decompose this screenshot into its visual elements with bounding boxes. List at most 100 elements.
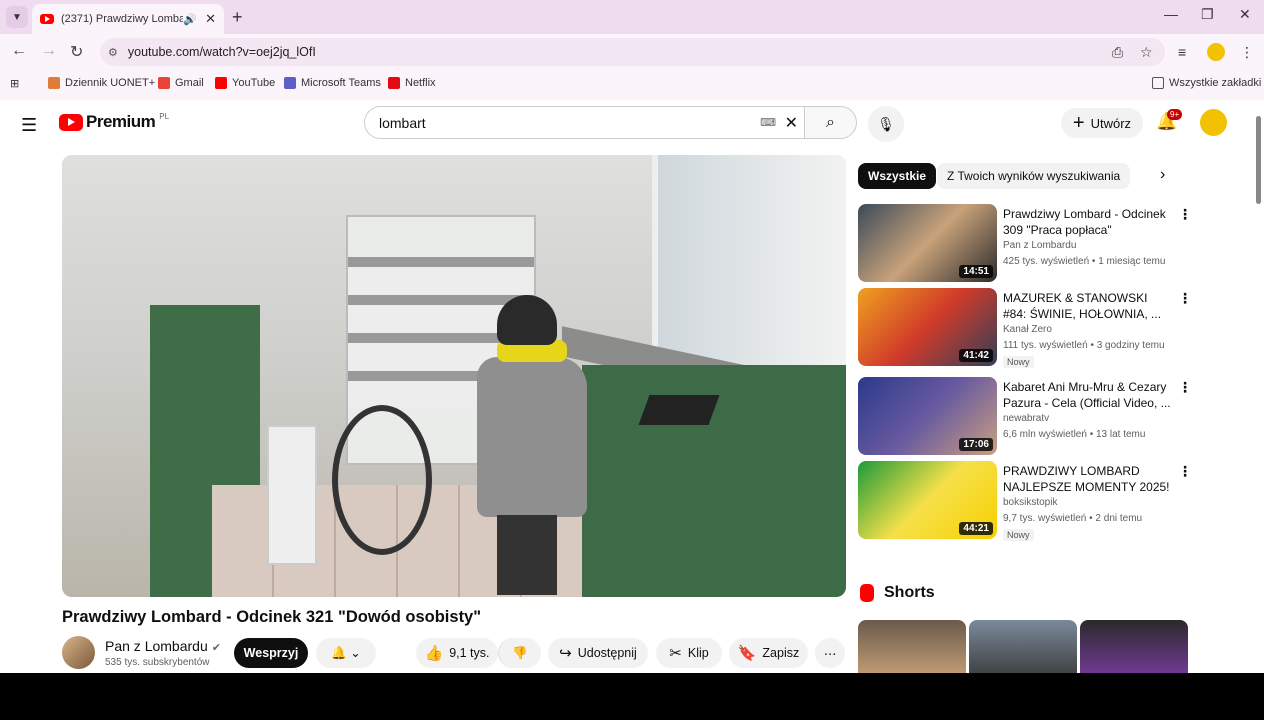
profile-avatar[interactable] (1207, 43, 1225, 61)
scene-router (638, 395, 720, 425)
rec-channel[interactable]: boksikstopik (1003, 497, 1057, 508)
notification-badge: 9+ (1167, 109, 1183, 120)
more-vert-icon[interactable]: ⋮ (1178, 206, 1192, 223)
menu-icon[interactable]: ☰ (21, 115, 37, 136)
shorts-header: Shorts (860, 584, 935, 602)
clear-search-icon[interactable]: ✕ (785, 113, 798, 133)
search-value: lombart (379, 114, 426, 131)
recommendation-item[interactable]: 41:42 MAZUREK & STANOWSKI #84: ŚWINIE, H… (858, 288, 1192, 368)
restore-icon[interactable]: ❐ (1201, 6, 1214, 23)
support-button[interactable]: Wesprzyj (234, 638, 308, 668)
netflix-icon (388, 77, 400, 89)
rec-title[interactable]: Prawdziwy Lombard - Odcinek 309 "Praca p… (1003, 206, 1173, 238)
scene-heater (267, 425, 317, 565)
keyboard-icon[interactable]: ⌨ (760, 116, 776, 129)
voice-search-button[interactable]: 🎙 (868, 106, 904, 142)
duration-badge: 41:42 (959, 349, 993, 362)
reload-icon[interactable]: ↻ (70, 42, 83, 62)
bookmark-icon: 🔖 (737, 645, 757, 662)
video-thumbnail[interactable]: 41:42 (858, 288, 997, 366)
browser-menu-icon[interactable]: ⋮ (1240, 44, 1254, 61)
all-bookmarks[interactable]: Wszystkie zakładki (1152, 77, 1261, 89)
new-tab-button[interactable]: + (232, 7, 243, 28)
forward-icon[interactable]: → (41, 42, 57, 60)
share-icon: ↪ (559, 645, 572, 662)
clip-button[interactable]: ✂ Klip (656, 638, 722, 668)
site-info-icon[interactable]: ⚙ (108, 46, 118, 59)
rec-meta: 111 tys. wyświetleń • 3 godziny temu (1003, 340, 1165, 351)
new-badge: Nowy (1003, 529, 1034, 541)
back-icon[interactable]: ← (11, 42, 27, 60)
channel-avatar[interactable] (62, 636, 95, 669)
bookmark-netflix[interactable]: Netflix (388, 77, 436, 89)
bookmark-teams[interactable]: Microsoft Teams (284, 77, 381, 89)
like-button[interactable]: 👍 9,1 tys. (416, 638, 498, 668)
save-button[interactable]: 🔖 Zapisz (729, 638, 808, 668)
bookmark-uonet[interactable]: Dziennik UONET+ (48, 77, 155, 89)
uonet-icon (48, 77, 60, 89)
share-button[interactable]: ↪ Udostępnij (548, 638, 648, 668)
bookmarks-bar: ⊞ Dziennik UONET+ Gmail YouTube Microsof… (0, 70, 1264, 100)
youtube-page: ☰ Premium PL lombart ⌨ ✕ ⌕ 🎙 + Utwórz 🔔 9… (0, 100, 1264, 673)
short-thumbnail[interactable] (858, 620, 966, 673)
search-button[interactable]: ⌕ (805, 106, 857, 139)
video-thumbnail[interactable]: 17:06 (858, 377, 997, 455)
recommendation-item[interactable]: 17:06 Kabaret Ani Mru-Mru & Cezary Pazur… (858, 377, 1192, 457)
bookmark-youtube[interactable]: YouTube (215, 77, 275, 89)
chevron-right-icon[interactable]: › (1160, 166, 1165, 184)
browser-tab[interactable]: (2371) Prawdziwy Lombard 🔊 ✕ (32, 4, 224, 34)
more-horizontal-icon: ⋯ (823, 646, 837, 661)
short-thumbnail[interactable] (1080, 620, 1188, 673)
thumbs-up-icon: 👍 (424, 645, 444, 662)
media-controls-icon[interactable]: ≡ (1178, 44, 1186, 60)
apps-grid-icon[interactable]: ⊞ (10, 77, 19, 90)
more-vert-icon[interactable]: ⋮ (1178, 290, 1192, 307)
thumbs-down-icon: 👎 (512, 645, 528, 660)
rec-meta: 6,6 mln wyświetleń • 13 lat temu (1003, 429, 1146, 440)
more-vert-icon[interactable]: ⋮ (1178, 379, 1192, 396)
folder-icon (1152, 77, 1164, 89)
search-input[interactable]: lombart ⌨ ✕ (364, 106, 805, 139)
account-avatar[interactable] (1200, 109, 1227, 136)
bell-icon: 🔔 ⌄ (331, 646, 361, 660)
minimize-icon[interactable]: — (1164, 6, 1178, 22)
rec-channel[interactable]: Pan z Lombardu (1003, 240, 1076, 251)
video-player[interactable] (62, 155, 846, 597)
youtube-favicon-icon (40, 14, 54, 24)
speaker-icon[interactable]: 🔊 (183, 13, 197, 26)
bookmark-star-icon[interactable]: ☆ (1140, 44, 1153, 61)
subscriber-count: 535 tys. subskrybentów (105, 657, 210, 668)
subscription-bell-button[interactable]: 🔔 ⌄ (316, 638, 376, 668)
channel-name[interactable]: Pan z Lombardu ✔ (105, 638, 221, 654)
close-tab-icon[interactable]: ✕ (205, 11, 216, 27)
mic-icon: 🎙 (877, 115, 895, 132)
video-title: Prawdziwy Lombard - Odcinek 321 "Dowód o… (62, 608, 482, 626)
install-app-icon[interactable]: ⎙ (1112, 44, 1123, 61)
rec-title[interactable]: MAZUREK & STANOWSKI #84: ŚWINIE, HOŁOWNI… (1003, 290, 1173, 322)
tab-search-button[interactable]: ▼ (6, 6, 28, 28)
dislike-button[interactable]: 👎 (498, 638, 541, 668)
close-window-icon[interactable]: ✕ (1239, 6, 1251, 23)
rec-channel[interactable]: Kanał Zero (1003, 324, 1052, 335)
rec-title[interactable]: Kabaret Ani Mru-Mru & Cezary Pazura - Ce… (1003, 379, 1173, 411)
more-actions-button[interactable]: ⋯ (815, 638, 845, 668)
video-thumbnail[interactable]: 44:21 (858, 461, 997, 539)
region-code: PL (159, 111, 170, 121)
more-vert-icon[interactable]: ⋮ (1178, 463, 1192, 480)
bookmark-gmail[interactable]: Gmail (158, 77, 204, 89)
video-thumbnail[interactable]: 14:51 (858, 204, 997, 282)
browser-tabstrip: ▼ (2371) Prawdziwy Lombard 🔊 ✕ + — ❐ ✕ (0, 0, 1264, 34)
rec-channel[interactable]: newabratv (1003, 413, 1049, 424)
create-button[interactable]: + Utwórz (1061, 108, 1143, 138)
short-thumbnail[interactable] (969, 620, 1077, 673)
youtube-logo[interactable]: Premium PL (59, 112, 169, 132)
duration-badge: 44:21 (959, 522, 993, 535)
rec-title[interactable]: PRAWDZIWY LOMBARD NAJLEPSZE MOMENTY 2025… (1003, 463, 1173, 495)
page-scrollbar[interactable] (1253, 100, 1264, 673)
recommendation-item[interactable]: 14:51 Prawdziwy Lombard - Odcinek 309 "P… (858, 204, 1192, 284)
address-bar[interactable]: ⚙ youtube.com/watch?v=oej2jq_lOfI (100, 38, 1165, 66)
recommendation-item[interactable]: 44:21 PRAWDZIWY LOMBARD NAJLEPSZE MOMENT… (858, 461, 1192, 541)
chip-from-search[interactable]: Z Twoich wyników wyszukiwania (937, 163, 1131, 189)
scrollbar-thumb[interactable] (1256, 116, 1261, 204)
chip-all[interactable]: Wszystkie (858, 163, 937, 189)
